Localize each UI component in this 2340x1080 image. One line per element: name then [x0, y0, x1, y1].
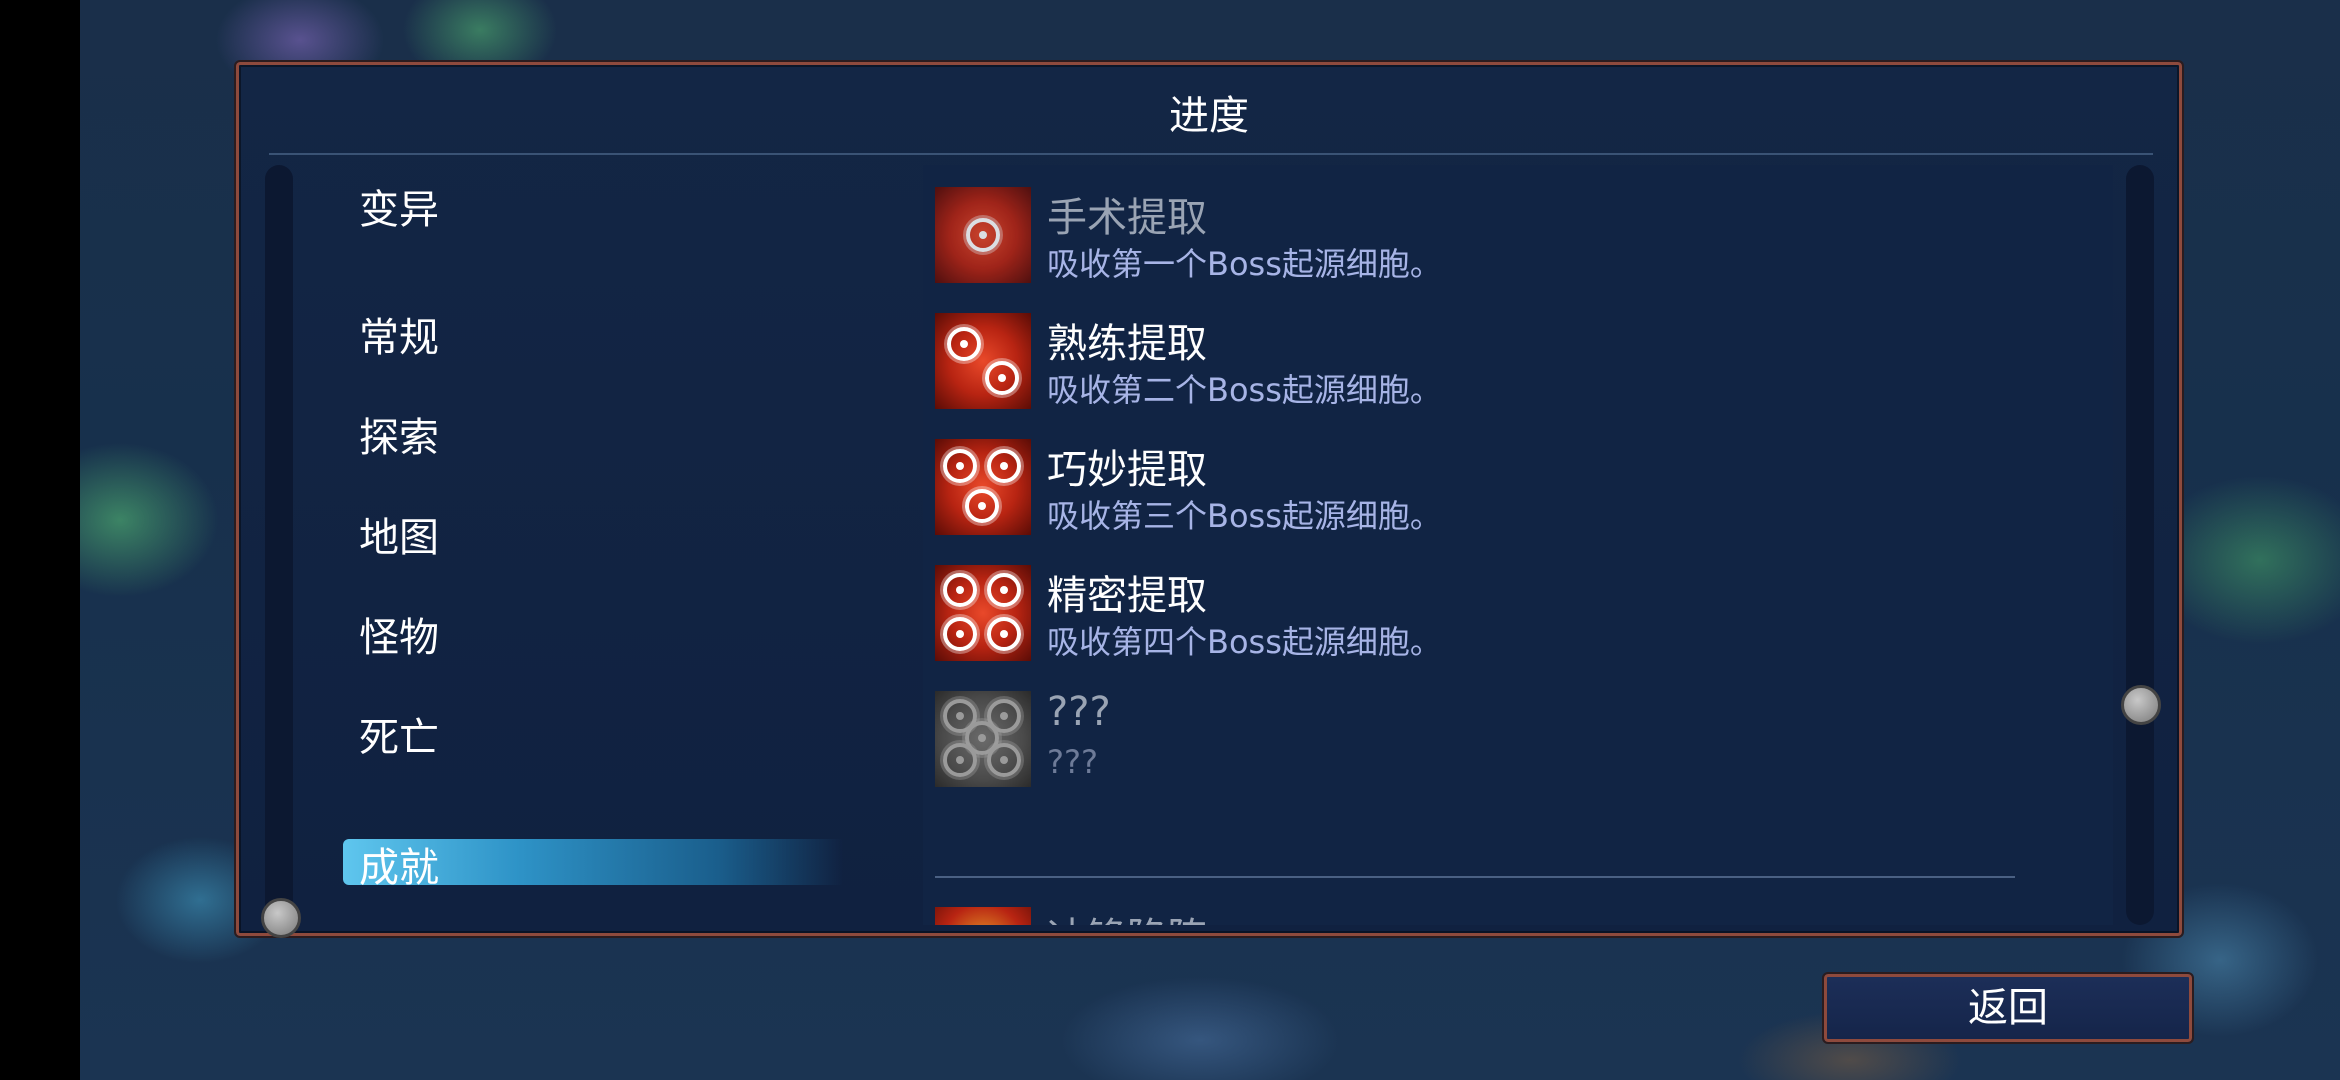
locked-cell-icon: [935, 691, 1031, 787]
panel-title: 进度: [1169, 93, 1249, 139]
category-map[interactable]: 地图: [359, 505, 439, 563]
charge-cell-icon: [935, 907, 1031, 925]
achievement-item[interactable]: 冲锋陷阵: [935, 907, 2035, 925]
category-scrollbar[interactable]: [265, 165, 293, 925]
category-achievements[interactable]: 成就: [359, 835, 439, 893]
double-cell-icon: [935, 313, 1031, 409]
category-scroll-handle[interactable]: [261, 898, 301, 938]
category-mutations[interactable]: 变异: [359, 177, 439, 235]
achievement-item[interactable]: ??? ???: [935, 689, 2035, 791]
achievement-item[interactable]: 巧妙提取 吸收第三个Boss起源细胞。: [935, 439, 2035, 539]
achievement-item[interactable]: 精密提取 吸收第四个Boss起源细胞。: [935, 565, 2035, 665]
achievement-name: 冲锋陷阵: [1047, 905, 1207, 925]
back-button[interactable]: 返回: [1822, 972, 2194, 1044]
achievement-name: ???: [1047, 689, 1111, 735]
triple-cell-icon: [935, 439, 1031, 535]
category-exploration[interactable]: 探索: [359, 405, 439, 463]
achievement-scrollbar[interactable]: [2126, 165, 2154, 925]
screen-edge-bar: [0, 0, 80, 1080]
category-monsters[interactable]: 怪物: [359, 605, 439, 663]
category-general[interactable]: 常规: [359, 305, 439, 363]
achievement-description: 吸收第四个Boss起源细胞。: [1047, 623, 1442, 661]
achievement-item[interactable]: 熟练提取 吸收第二个Boss起源细胞。: [935, 313, 2035, 413]
achievement-description: 吸收第二个Boss起源细胞。: [1047, 371, 1442, 409]
achievement-name: 熟练提取: [1047, 321, 1207, 367]
quad-cell-icon: [935, 565, 1031, 661]
achievement-list[interactable]: 手术提取 吸收第一个Boss起源细胞。 熟练提取 吸收第二个Boss起源细胞。 …: [923, 165, 2113, 925]
achievement-description: ???: [1047, 743, 1098, 781]
progress-panel: 进度 变异 常规 探索 地图 怪物 死亡 成就 手术提取 吸收第一个Boss起源…: [234, 60, 2184, 938]
achievement-item[interactable]: 手术提取 吸收第一个Boss起源细胞。: [935, 187, 2035, 287]
title-divider: [269, 153, 2153, 155]
achievement-name: 巧妙提取: [1047, 447, 1207, 493]
category-deaths[interactable]: 死亡: [359, 705, 439, 763]
achievement-name: 精密提取: [1047, 573, 1207, 619]
achievement-scroll-handle[interactable]: [2121, 685, 2161, 725]
achievement-name: 手术提取: [1047, 195, 1207, 241]
achievement-description: 吸收第一个Boss起源细胞。: [1047, 245, 1442, 283]
achievement-description: 吸收第三个Boss起源细胞。: [1047, 497, 1442, 535]
single-cell-icon: [935, 187, 1031, 283]
section-divider: [935, 876, 2015, 878]
